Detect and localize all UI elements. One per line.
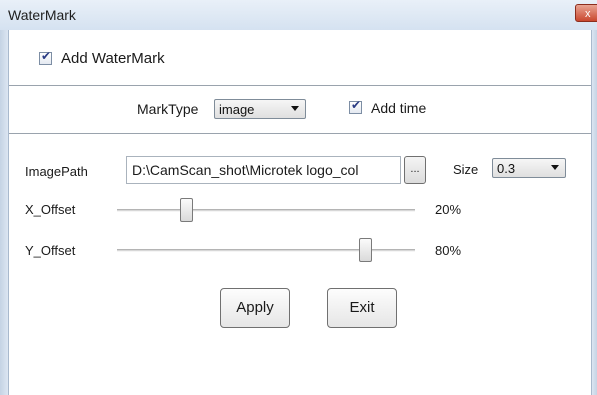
marktype-label: MarkType: [137, 101, 199, 117]
add-watermark-checkbox[interactable]: ✔: [39, 49, 52, 65]
browse-button[interactable]: ...: [404, 156, 426, 184]
checkmark-icon: ✔: [41, 49, 52, 63]
watermark-window: WaterMark x ✔ Add WaterMark MarkType ima…: [0, 0, 597, 395]
browse-label: ...: [410, 163, 420, 175]
x-offset-label: X_Offset: [25, 202, 76, 217]
x-offset-track[interactable]: [117, 209, 415, 212]
chevron-down-icon: [291, 106, 299, 111]
imagepath-input[interactable]: D:\CamScan_shot\Microtek logo_col: [126, 156, 401, 184]
imagepath-value: D:\CamScan_shot\Microtek logo_col: [132, 162, 359, 178]
title-bar[interactable]: WaterMark x: [0, 0, 597, 31]
add-time-checkbox[interactable]: ✔: [349, 98, 362, 114]
checkmark-icon: ✔: [351, 98, 362, 112]
y-offset-value: 80%: [435, 243, 462, 258]
size-label: Size: [453, 162, 479, 177]
divider: [9, 85, 591, 86]
size-selected-value: 0.3: [497, 161, 516, 176]
close-icon: x: [585, 8, 591, 20]
y-offset-slider-thumb[interactable]: [358, 238, 372, 262]
exit-label: Exit: [349, 299, 375, 316]
apply-label: Apply: [236, 299, 274, 316]
add-time-label: Add time: [371, 100, 427, 116]
marktype-select[interactable]: image: [214, 99, 306, 119]
exit-button[interactable]: Exit: [327, 288, 397, 328]
x-offset-value: 20%: [435, 202, 462, 217]
dialog-content: ✔ Add WaterMark MarkType image ✔ Add tim…: [9, 30, 591, 395]
window-frame-right: [591, 30, 597, 395]
marktype-selected-value: image: [219, 102, 255, 117]
apply-button[interactable]: Apply: [220, 288, 290, 328]
imagepath-label: ImagePath: [25, 164, 88, 179]
divider: [9, 133, 591, 134]
chevron-down-icon: [551, 165, 559, 170]
window-title: WaterMark: [8, 7, 76, 23]
x-offset-slider-thumb[interactable]: [180, 198, 194, 222]
window-frame-left: [0, 30, 9, 395]
y-offset-label: Y_Offset: [25, 243, 76, 258]
add-watermark-label: Add WaterMark: [61, 50, 165, 67]
size-select[interactable]: 0.3: [492, 158, 566, 178]
close-button[interactable]: x: [575, 4, 597, 22]
